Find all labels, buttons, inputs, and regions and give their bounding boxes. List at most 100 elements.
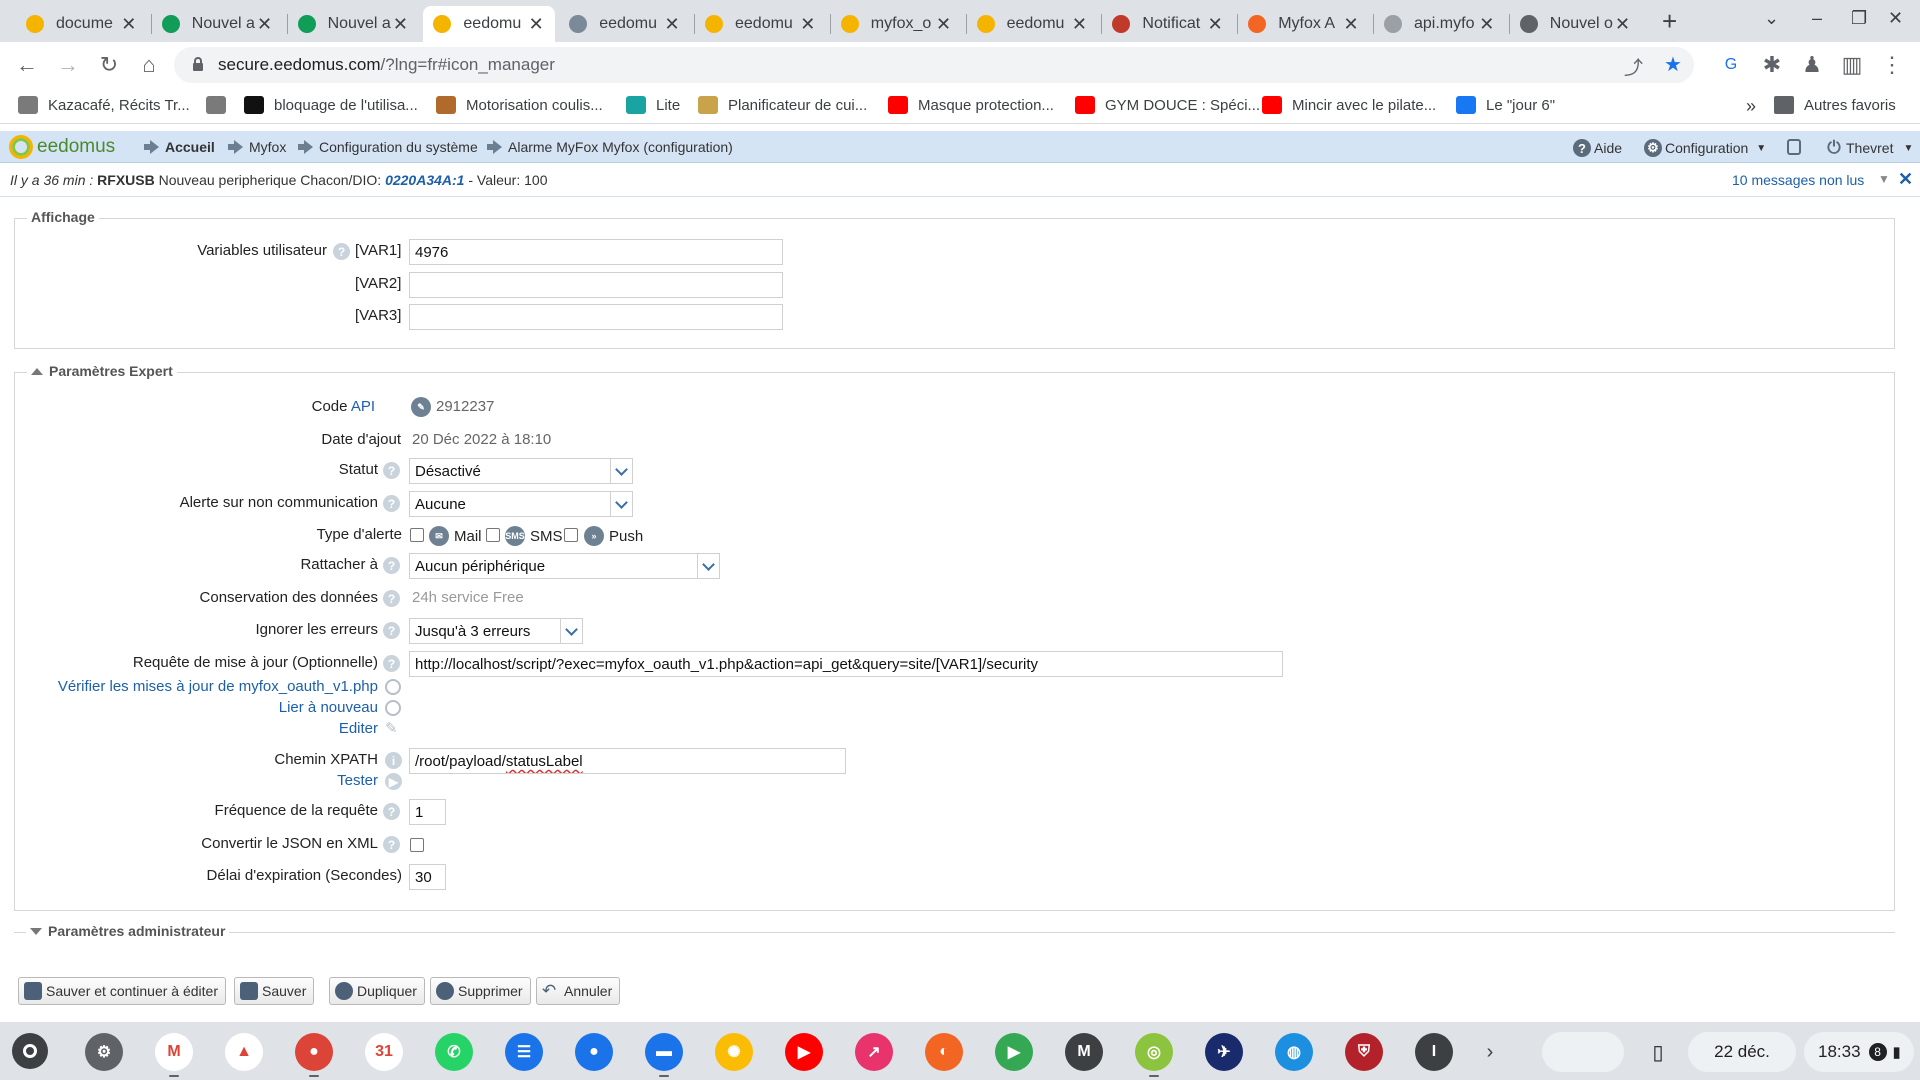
ignorer-select[interactable]: Jusqu'à 3 erreurs (409, 618, 583, 644)
back-arrow-icon[interactable]: ← (12, 50, 42, 80)
bookmark-item[interactable] (206, 96, 236, 114)
extensions-icon[interactable]: ✱ (1757, 50, 1787, 80)
breadcrumb-alarme[interactable]: Alarme MyFox Myfox (configuration) (487, 139, 733, 155)
m-app-icon[interactable]: M (1065, 1033, 1103, 1071)
google-calendar-icon[interactable]: 31 (365, 1033, 403, 1071)
minimize-window-icon[interactable]: – (1812, 8, 1822, 29)
close-tab-icon[interactable]: ✕ (256, 14, 274, 35)
forward-arrow-icon[interactable]: → (53, 50, 83, 80)
chrome-icon[interactable]: ● (295, 1033, 333, 1071)
delete-button[interactable]: Supprimer (430, 977, 531, 1005)
browser-tab[interactable]: Nouvel a ✕ (288, 6, 420, 42)
json-xml-checkbox[interactable] (410, 838, 424, 852)
browser-tab[interactable]: Nouvel a ✕ (152, 6, 284, 42)
var1-input[interactable]: 4976 (409, 239, 783, 265)
close-tab-icon[interactable]: ✕ (391, 14, 409, 35)
close-tab-icon[interactable]: ✕ (1614, 14, 1632, 35)
browser-tab[interactable]: Nouvel o ✕ (1510, 6, 1642, 42)
translate-icon[interactable]: G (1716, 50, 1746, 80)
save-continue-button[interactable]: Sauver et continuer à éditer (18, 977, 226, 1005)
shelf-overflow-chevron-icon[interactable]: › (1477, 1032, 1503, 1072)
browser-tab[interactable]: api.myfo ✕ (1374, 6, 1506, 42)
mail-checkbox[interactable] (410, 528, 424, 542)
side-panel-icon[interactable]: ▥ (1837, 50, 1867, 80)
close-tab-icon[interactable]: ✕ (1342, 14, 1360, 35)
xpath-input[interactable]: /root/payload/statusLabel (409, 748, 846, 774)
browser-tab[interactable]: Myfox A ✕ (1238, 6, 1370, 42)
browser-tab[interactable]: eedomu ✕ (423, 6, 556, 42)
push-checkbox[interactable] (564, 528, 578, 542)
new-tab-button[interactable]: + (1662, 6, 1677, 37)
lock-button[interactable] (1787, 139, 1801, 155)
gmail-icon[interactable]: M (155, 1033, 193, 1071)
bookmark-item[interactable]: GYM DOUCE : Spéci... (1075, 96, 1260, 114)
bookmark-item[interactable]: Mincir avec le pilate... (1262, 96, 1436, 114)
admin-legend[interactable]: Paramètres administrateur (26, 923, 230, 939)
holding-space-tray[interactable] (1542, 1032, 1624, 1072)
youtube-icon[interactable]: ▶ (785, 1033, 823, 1071)
expert-legend[interactable]: Paramètres Expert (27, 363, 177, 379)
help-icon[interactable]: ? (383, 495, 400, 512)
profile-lab-icon[interactable]: ♟ (1797, 50, 1827, 80)
browser-tab[interactable]: Notificat ✕ (1102, 6, 1234, 42)
statut-select[interactable]: Désactivé (409, 458, 633, 484)
breadcrumb-myfox[interactable]: Myfox (228, 139, 286, 155)
more-bookmarks-button[interactable]: » (1746, 96, 1756, 117)
browser-tab[interactable]: eedomu ✕ (967, 6, 1099, 42)
help-icon[interactable]: ? (383, 655, 400, 672)
close-tab-icon[interactable]: ✕ (1478, 14, 1496, 35)
close-tab-icon[interactable]: ✕ (527, 14, 545, 35)
rattacher-select[interactable]: Aucun périphérique (409, 553, 720, 579)
bookmark-item[interactable]: Masque protection... (888, 96, 1054, 114)
info-icon[interactable]: i (385, 752, 402, 769)
reload-icon[interactable]: ↻ (94, 50, 124, 80)
eedomus-logo[interactable]: eedomus (9, 135, 115, 159)
save-button[interactable]: Sauver (234, 977, 315, 1005)
other-bookmarks-folder[interactable]: Autres favoris (1774, 96, 1896, 114)
settings-icon[interactable]: ⚙ (85, 1033, 123, 1071)
close-tab-icon[interactable]: ✕ (663, 14, 681, 35)
help-icon[interactable]: ? (383, 803, 400, 820)
menu-kebab-icon[interactable]: ⋮ (1877, 50, 1907, 80)
close-tab-icon[interactable]: ✕ (799, 14, 817, 35)
close-tab-icon[interactable]: ✕ (1206, 14, 1224, 35)
link-icon[interactable] (385, 700, 401, 716)
play-store-icon[interactable]: ▶ (995, 1033, 1033, 1071)
refresh-icon[interactable] (385, 679, 401, 695)
myfox-icon[interactable]: ◐ (925, 1033, 963, 1071)
configuration-menu[interactable]: ⚙ Configuration ▼ (1644, 139, 1766, 157)
tab-search-icon[interactable]: ⌄ (1764, 8, 1779, 29)
user-menu[interactable]: ⏻ Thevret ▼ (1825, 138, 1913, 157)
help-icon[interactable]: ? (383, 836, 400, 853)
browser-tab[interactable]: myfox_o ✕ (831, 6, 963, 42)
restore-window-icon[interactable]: ❐ (1851, 8, 1867, 29)
browser-tab[interactable]: eedomu ✕ (559, 6, 691, 42)
phone-hub-icon[interactable]: ▯ (1640, 1032, 1676, 1072)
contacts-icon[interactable]: ● (575, 1033, 613, 1071)
alerte-select[interactable]: Aucune (409, 491, 633, 517)
var3-input[interactable] (409, 304, 783, 330)
share-icon[interactable]: ⤴ (1624, 53, 1643, 80)
requete-input[interactable]: http://localhost/script/?exec=myfox_oaut… (409, 651, 1283, 677)
address-bar[interactable]: secure.eedomus.com/?lng=fr#icon_manager … (174, 47, 1694, 83)
var2-input[interactable] (409, 272, 783, 298)
notification-message[interactable]: Il y a 36 min : RFXUSB Nouveau peripheri… (10, 172, 547, 188)
plane-app-icon[interactable]: ✈ (1205, 1033, 1243, 1071)
editer-link[interactable]: Editer (339, 720, 378, 737)
help-icon[interactable]: ? (383, 462, 400, 479)
bookmark-item[interactable]: Motorisation coulis... (436, 96, 603, 114)
bookmark-item[interactable]: bloquage de l'utilisa... (244, 96, 418, 114)
breadcrumb-accueil[interactable]: Accueil (144, 139, 215, 155)
date-tray[interactable]: 22 déc. (1688, 1032, 1796, 1072)
bouygues-icon[interactable]: ◍ (1275, 1033, 1313, 1071)
help-link[interactable]: ? Aide (1573, 139, 1622, 157)
bookmark-item[interactable]: Lite (626, 96, 680, 114)
tester-link[interactable]: Tester (337, 772, 378, 789)
close-tab-icon[interactable]: ✕ (120, 14, 138, 35)
help-icon[interactable]: ? (383, 590, 400, 607)
close-icon[interactable]: ✕ (1898, 169, 1913, 190)
eedomus-app-icon[interactable]: ◎ (1135, 1033, 1173, 1071)
home-icon[interactable]: ⌂ (134, 50, 164, 80)
crest-app-icon[interactable]: ⛨ (1345, 1033, 1383, 1071)
help-icon[interactable]: ? (333, 243, 350, 260)
